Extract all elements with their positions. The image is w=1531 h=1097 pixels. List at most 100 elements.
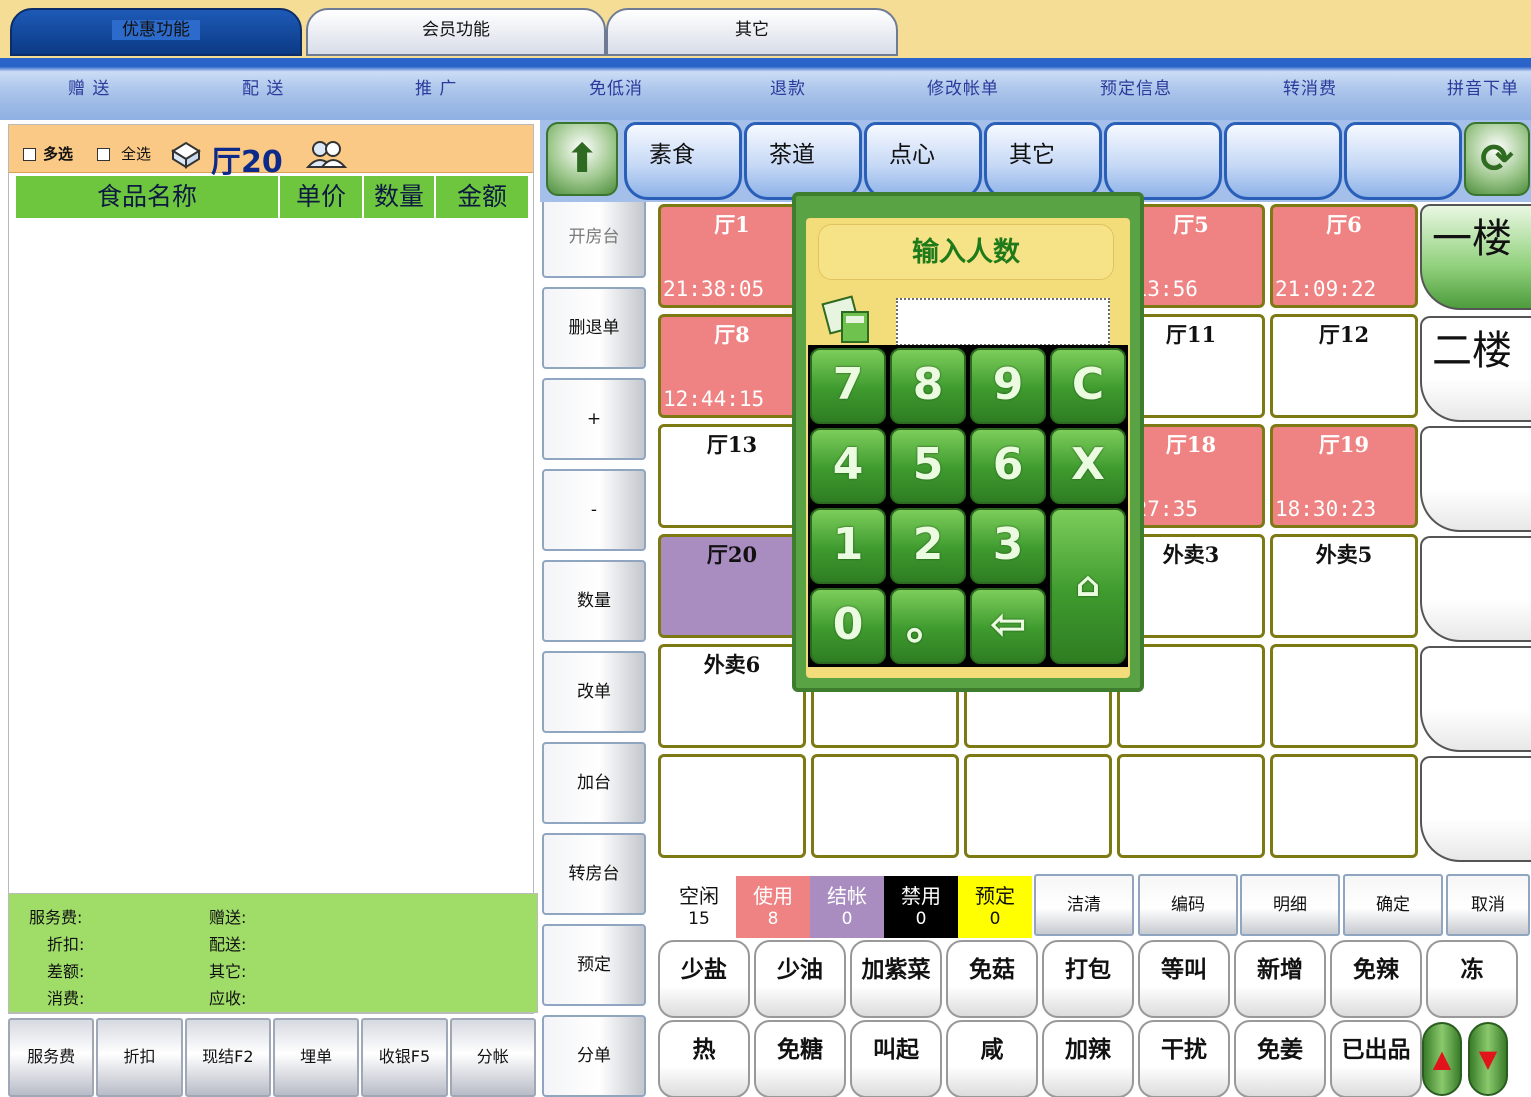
dot-key[interactable]: 。: [890, 588, 966, 664]
taste-button[interactable]: 冻: [1426, 940, 1518, 1018]
cash-settle-button[interactable]: 现结F2: [184, 1018, 271, 1097]
taste-button[interactable]: 咸: [946, 1020, 1038, 1097]
tab-discount[interactable]: 优惠功能: [10, 8, 302, 56]
key-2[interactable]: 2: [890, 508, 966, 584]
taste-button[interactable]: 免姜: [1234, 1020, 1326, 1097]
room-cell[interactable]: [1117, 754, 1265, 858]
discount-button[interactable]: 折扣: [96, 1018, 183, 1097]
menu-reservation-info[interactable]: 预定信息: [1100, 74, 1172, 99]
open-table-button[interactable]: 开房台: [542, 196, 646, 278]
room-cell[interactable]: 外卖5: [1270, 534, 1418, 638]
category-empty-3[interactable]: [1344, 122, 1462, 200]
taste-button[interactable]: 少盐: [658, 940, 750, 1018]
clean-button[interactable]: 洁清: [1034, 874, 1134, 936]
service-fee-button[interactable]: 服务费: [8, 1018, 95, 1097]
menu-waive-minimum[interactable]: 免低消: [589, 74, 643, 99]
up-arrow-icon[interactable]: ⬆: [546, 122, 618, 196]
pay-bill-button[interactable]: 埋单: [272, 1018, 360, 1097]
menu-delivery[interactable]: 配 送: [242, 74, 284, 99]
add-table-button[interactable]: 加台: [542, 742, 646, 824]
taste-button[interactable]: 干扰: [1138, 1020, 1230, 1097]
menu-edit-bill[interactable]: 修改帐单: [927, 74, 999, 99]
menu-promotion[interactable]: 推 广: [415, 74, 457, 99]
detail-button[interactable]: 明细: [1240, 874, 1340, 936]
category-empty-2[interactable]: [1224, 122, 1342, 200]
taste-button[interactable]: 少油: [754, 940, 846, 1018]
taste-button[interactable]: 免菇: [946, 940, 1038, 1018]
tab-other[interactable]: 其它: [606, 8, 898, 56]
floor-empty-button[interactable]: [1420, 426, 1531, 532]
home-icon[interactable]: ⌂: [1050, 508, 1126, 664]
floor-empty-button[interactable]: [1420, 756, 1531, 862]
taste-button[interactable]: 热: [658, 1020, 750, 1097]
key-7[interactable]: 7: [810, 348, 886, 424]
guests-icon[interactable]: [305, 139, 349, 169]
category-vegetarian[interactable]: 素食: [624, 122, 742, 200]
backspace-key[interactable]: ⇦: [970, 588, 1046, 664]
transfer-table-button[interactable]: 转房台: [542, 833, 646, 915]
menu-gift[interactable]: 赠 送: [68, 74, 110, 99]
room-cell[interactable]: 厅1 21:38:05: [658, 204, 806, 308]
clear-key[interactable]: C: [1050, 348, 1126, 424]
room-cell[interactable]: 厅19 18:30:23: [1270, 424, 1418, 528]
room-cell[interactable]: [811, 754, 959, 858]
room-cell[interactable]: 外卖6: [658, 644, 806, 748]
guest-count-input[interactable]: [896, 298, 1110, 346]
category-empty-1[interactable]: [1104, 122, 1222, 200]
checkout-button[interactable]: 收银F5: [361, 1018, 448, 1097]
floor-2-button[interactable]: 二楼: [1420, 316, 1531, 422]
select-all-checkbox[interactable]: [97, 148, 110, 161]
delete-return-button[interactable]: 删退单: [542, 287, 646, 369]
multi-select-checkbox[interactable]: [23, 148, 36, 161]
key-5[interactable]: 5: [890, 428, 966, 504]
menu-pinyin-order[interactable]: 拼音下单: [1447, 74, 1519, 99]
key-9[interactable]: 9: [970, 348, 1046, 424]
taste-button[interactable]: 加辣: [1042, 1020, 1134, 1097]
quantity-button[interactable]: 数量: [542, 560, 646, 642]
cancel-button[interactable]: 取消: [1446, 874, 1530, 936]
reserve-button[interactable]: 预定: [542, 924, 646, 1006]
split-bill-button[interactable]: 分帐: [449, 1018, 536, 1097]
scroll-up-icon[interactable]: ▲: [1422, 1022, 1462, 1096]
modify-order-button[interactable]: 改单: [542, 651, 646, 733]
taste-button[interactable]: 已出品: [1330, 1020, 1422, 1097]
key-0[interactable]: 0: [810, 588, 886, 664]
minus-button[interactable]: -: [542, 469, 646, 551]
category-dim-sum[interactable]: 点心: [864, 122, 982, 200]
menu-refund[interactable]: 退款: [770, 74, 806, 99]
scroll-down-icon[interactable]: ▼: [1468, 1022, 1508, 1096]
refresh-icon[interactable]: ⟳: [1464, 122, 1530, 196]
key-8[interactable]: 8: [890, 348, 966, 424]
taste-button[interactable]: 等叫: [1138, 940, 1230, 1018]
tab-member[interactable]: 会员功能: [306, 8, 606, 56]
key-3[interactable]: 3: [970, 508, 1046, 584]
plus-button[interactable]: +: [542, 378, 646, 460]
code-button[interactable]: 编码: [1138, 874, 1238, 936]
room-cell[interactable]: 厅13: [658, 424, 806, 528]
confirm-button[interactable]: 确定: [1343, 874, 1443, 936]
room-cell[interactable]: 厅12: [1270, 314, 1418, 418]
key-4[interactable]: 4: [810, 428, 886, 504]
room-cell[interactable]: 厅6 21:09:22: [1270, 204, 1418, 308]
floor-1-button[interactable]: 一楼: [1420, 204, 1531, 310]
room-cell[interactable]: [658, 754, 806, 858]
taste-button[interactable]: 免辣: [1330, 940, 1422, 1018]
taste-button[interactable]: 加紫菜: [850, 940, 942, 1018]
taste-button[interactable]: 叫起: [850, 1020, 942, 1097]
room-cell[interactable]: [1270, 754, 1418, 858]
room-cell[interactable]: [1270, 644, 1418, 748]
floor-empty-button[interactable]: [1420, 646, 1531, 752]
category-tea[interactable]: 茶道: [744, 122, 862, 200]
floor-empty-button[interactable]: [1420, 536, 1531, 642]
taste-button[interactable]: 新增: [1234, 940, 1326, 1018]
menu-transfer-consumption[interactable]: 转消费: [1283, 74, 1337, 99]
category-other[interactable]: 其它: [984, 122, 1102, 200]
split-order-button[interactable]: 分单: [542, 1015, 646, 1097]
room-cell[interactable]: 厅20: [658, 534, 806, 638]
key-1[interactable]: 1: [810, 508, 886, 584]
taste-button[interactable]: 免糖: [754, 1020, 846, 1097]
room-cell[interactable]: 厅8 12:44:15: [658, 314, 806, 418]
room-cell[interactable]: [964, 754, 1112, 858]
key-6[interactable]: 6: [970, 428, 1046, 504]
taste-button[interactable]: 打包: [1042, 940, 1134, 1018]
